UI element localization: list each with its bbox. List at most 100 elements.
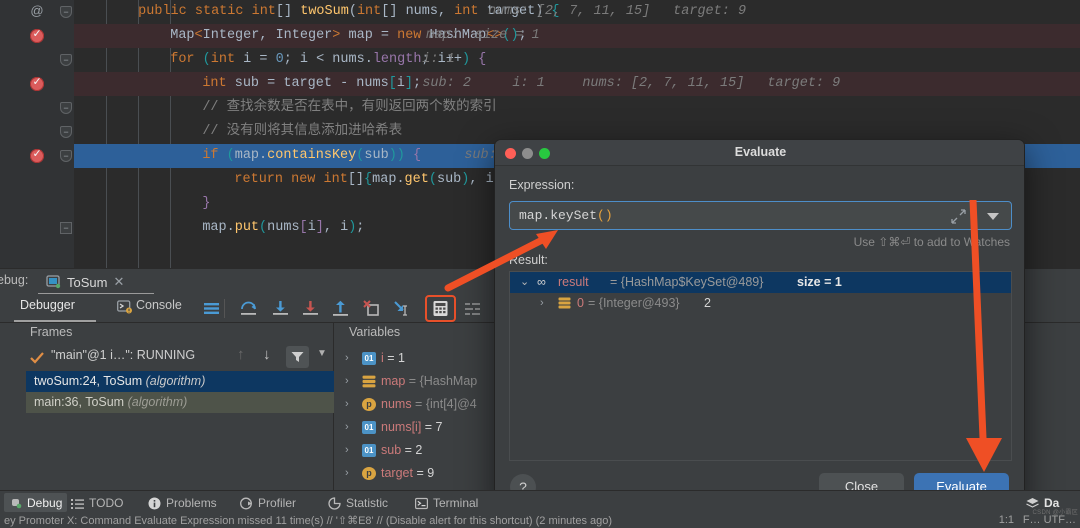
- bottom-tab-todo[interactable]: TODO: [71, 495, 123, 511]
- console-icon: [117, 300, 132, 315]
- chevron-down-icon[interactable]: [987, 213, 999, 220]
- frame-module: (algorithm): [146, 374, 206, 388]
- code-fold-icon[interactable]: −: [60, 102, 72, 114]
- expression-label: Expression:: [509, 178, 574, 192]
- frame-row[interactable]: twoSum:24, ToSum (algorithm): [26, 371, 334, 392]
- breakpoint-icon[interactable]: [30, 77, 44, 91]
- chevron-right-icon[interactable]: ›: [345, 462, 349, 485]
- breakpoint-icon[interactable]: [30, 149, 44, 163]
- expand-editor-icon[interactable]: [951, 209, 966, 224]
- child-value: = {Integer@493}: [588, 293, 680, 314]
- drop-frame-icon[interactable]: [361, 298, 382, 319]
- run-to-cursor-icon[interactable]: [391, 298, 412, 319]
- chevron-down-icon[interactable]: ⌄: [520, 272, 529, 293]
- debugger-tab-underline: [14, 320, 96, 322]
- variable-row[interactable]: ›01sub = 2: [335, 439, 505, 462]
- chevron-right-icon[interactable]: ›: [345, 370, 349, 393]
- thread-label: "main"@1 i…": RUNNING: [51, 348, 195, 362]
- variable-row[interactable]: ›ptarget = 9: [335, 462, 505, 485]
- frames-panel[interactable]: Frames "main"@1 i…": RUNNING ↑ ↓ ▼ twoSu…: [14, 323, 334, 490]
- evaluate-dialog[interactable]: Evaluate Expression: map.keySet() Use ⇧⌘…: [494, 139, 1025, 514]
- close-icon[interactable]: ✕: [113, 274, 124, 290]
- variables-panel[interactable]: Variables ›01i = 1›map = {HashMap›pnums …: [335, 323, 500, 490]
- code-text: // 查找余数是否在表中，有则返回两个数的索引: [202, 96, 496, 120]
- code-fold-icon[interactable]: −: [60, 54, 72, 66]
- int-value-icon: 01: [362, 352, 376, 365]
- running-check-icon: [30, 351, 44, 365]
- variable-row[interactable]: ›01nums[i] = 7: [335, 416, 505, 439]
- filter-button[interactable]: [286, 346, 309, 368]
- chevron-down-icon[interactable]: ▼: [317, 348, 327, 359]
- result-size: size = 1: [797, 272, 842, 293]
- chevron-right-icon[interactable]: ›: [345, 393, 349, 416]
- variable-name: map = {HashMap: [381, 370, 477, 393]
- variable-row[interactable]: › map = {HashMap: [335, 370, 505, 393]
- caret-position[interactable]: 1:1: [999, 514, 1014, 526]
- filter-icon: [291, 351, 304, 363]
- code-fold-icon[interactable]: −: [60, 150, 72, 162]
- result-child-row[interactable]: › 0 = {Integer@493} 2: [510, 293, 1011, 314]
- terminal-icon: [415, 497, 428, 510]
- force-step-into-icon[interactable]: [300, 298, 321, 319]
- editor-fold-column[interactable]: − − − − − −: [58, 0, 74, 268]
- variables-header: Variables: [349, 325, 400, 347]
- frame-text: twoSum:24, ToSum: [34, 374, 146, 388]
- editor-left-strip: [0, 0, 10, 268]
- watermark: CSDN @小霸区: [1033, 507, 1078, 516]
- code-fold-icon[interactable]: −: [60, 6, 72, 18]
- bottom-tab-statistic-label: Statistic: [346, 496, 388, 510]
- tab-console[interactable]: Console: [136, 298, 182, 312]
- result-tree[interactable]: ⌄ ∞ result = {HashMap$KeySet@489} size =…: [509, 271, 1012, 461]
- inline-debug-hint: sub: 2: [422, 72, 471, 96]
- int-value-icon: 01: [362, 421, 376, 434]
- breakpoint-icon[interactable]: [30, 29, 44, 43]
- bottom-tab-profiler[interactable]: Profiler: [240, 495, 296, 511]
- code-line[interactable]: public static int[] twoSum(int[] nums, i…: [74, 0, 1080, 24]
- watches-hint: Use ⇧⌘⏎ to add to Watches: [854, 235, 1010, 249]
- code-text: return new int[]{map.get(sub), i};: [234, 168, 510, 192]
- infinity-icon: ∞: [537, 272, 545, 293]
- code-text: // 没有则将其信息添加进哈希表: [202, 120, 402, 144]
- arrow-up-icon[interactable]: ↑: [237, 346, 245, 363]
- status-message: ey Promoter X: Command Evaluate Expressi…: [4, 514, 612, 527]
- variable-row[interactable]: ›01i = 1: [335, 347, 505, 370]
- frame-row[interactable]: main:36, ToSum (algorithm): [26, 392, 334, 413]
- code-fold-icon[interactable]: −: [60, 222, 72, 234]
- bottom-tab-problems[interactable]: Problems: [148, 495, 217, 511]
- dialog-title-bar[interactable]: Evaluate: [495, 140, 1025, 166]
- status-bar[interactable]: ey Promoter X: Command Evaluate Expressi…: [0, 513, 1080, 528]
- debug-session-tab[interactable]: ToSum ✕: [46, 271, 124, 293]
- layout-settings-icon[interactable]: [201, 298, 222, 319]
- result-row[interactable]: ⌄ ∞ result = {HashMap$KeySet@489} size =…: [510, 272, 1011, 293]
- step-into-icon[interactable]: [270, 298, 291, 319]
- tab-debugger[interactable]: Debugger: [20, 298, 75, 312]
- editor-gutter[interactable]: @: [10, 0, 58, 268]
- expression-value: map.keySet: [519, 208, 597, 223]
- code-line[interactable]: for (int i = 0; i < nums.length; i++) {i…: [74, 48, 1080, 72]
- thread-selector[interactable]: "main"@1 i…": RUNNING ↑ ↓ ▼: [14, 345, 334, 371]
- int-value-icon: 01: [362, 444, 376, 457]
- variable-row[interactable]: ›pnums = {int[4]@4: [335, 393, 505, 416]
- bottom-tab-debug[interactable]: Debug: [4, 493, 67, 512]
- bottom-tab-statistic[interactable]: Statistic: [328, 495, 388, 511]
- debug-window-label: Debug:: [0, 273, 28, 287]
- code-line[interactable]: Map<Integer, Integer> map = new HashMap<…: [74, 24, 1080, 48]
- code-fold-icon[interactable]: −: [60, 126, 72, 138]
- step-over-icon[interactable]: [238, 298, 259, 319]
- chevron-right-icon[interactable]: ›: [345, 439, 349, 462]
- bottom-tool-bar[interactable]: Debug TODO Problems Profiler Statistic: [0, 490, 1080, 513]
- code-line[interactable]: // 查找余数是否在表中，有则返回两个数的索引: [74, 96, 1080, 120]
- chevron-right-icon[interactable]: ›: [345, 347, 349, 370]
- mute-breakpoints-icon[interactable]: [462, 298, 483, 319]
- bottom-tab-problems-label: Problems: [166, 496, 217, 510]
- expression-input[interactable]: map.keySet(): [509, 201, 1012, 230]
- chevron-right-icon[interactable]: ›: [345, 416, 349, 439]
- annotation-marker-icon[interactable]: @: [30, 4, 44, 18]
- code-line[interactable]: int sub = target - nums[i];sub: 2i: 1num…: [74, 72, 1080, 96]
- step-out-icon[interactable]: [330, 298, 351, 319]
- bottom-tab-terminal[interactable]: Terminal: [415, 495, 478, 511]
- variable-name: target = 9: [381, 462, 434, 485]
- chevron-right-icon[interactable]: ›: [540, 293, 544, 314]
- arrow-down-icon[interactable]: ↓: [263, 346, 271, 363]
- stack-icon: [362, 375, 376, 388]
